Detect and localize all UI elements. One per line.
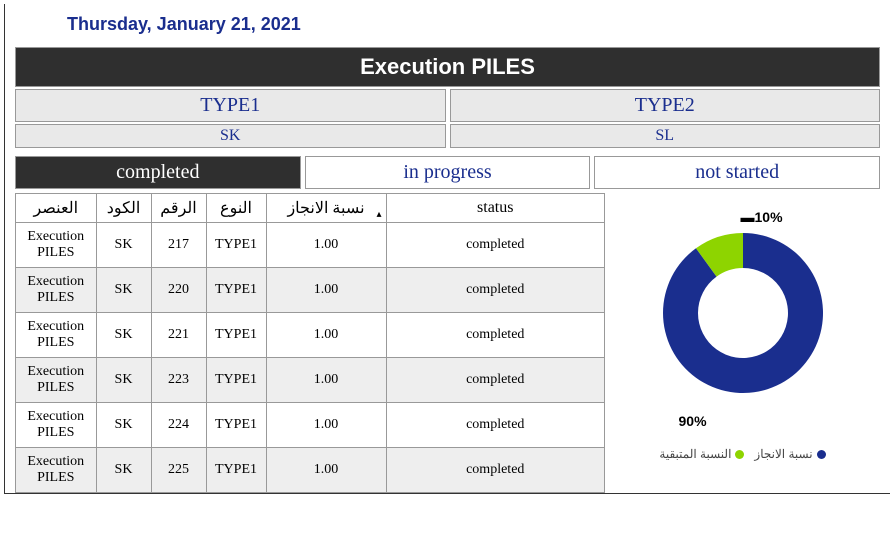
cell-num: 220 [151,268,206,313]
cell-status: completed [386,313,605,358]
code-sk-cell[interactable]: SK [15,124,446,148]
cell-code: SK [96,313,151,358]
pct-label-bottom: 90% [679,413,707,429]
donut-chart: ▬10% 90% نسبة الانجاز النسبة المتبقية [605,193,880,493]
cell-pct: 1.00 [266,358,386,403]
col-status[interactable]: status [386,194,605,223]
tab-completed[interactable]: completed [15,156,301,189]
table-row[interactable]: Execution PILESSK217TYPE11.00completed [16,223,605,268]
table-row[interactable]: Execution PILESSK224TYPE11.00completed [16,403,605,448]
content-area: العنصر الكود الرقم النوع نسبة الانجاز ▴ s… [15,193,880,493]
report-container: Thursday, January 21, 2021 Execution PIL… [4,4,890,494]
cell-status: completed [386,268,605,313]
col-type[interactable]: النوع [206,194,266,223]
donut-box: ▬10% 90% [633,213,853,433]
col-code[interactable]: الكود [96,194,151,223]
code-sl-cell[interactable]: SL [450,124,881,148]
cell-pct: 1.00 [266,313,386,358]
cell-type: TYPE1 [206,448,266,493]
legend-dot-blue-icon [817,450,826,459]
report-title: Execution PILES [15,47,880,87]
cell-element: Execution PILES [16,223,96,268]
cell-num: 224 [151,403,206,448]
donut-slice-done [663,233,823,393]
col-pct[interactable]: نسبة الانجاز ▴ [266,194,386,223]
cell-code: SK [96,448,151,493]
legend-remain: النسبة المتبقية [659,447,744,461]
type2-cell[interactable]: TYPE2 [450,89,881,122]
legend-done-label: نسبة الانجاز [754,447,812,461]
cell-code: SK [96,403,151,448]
table-row[interactable]: Execution PILESSK223TYPE11.00completed [16,358,605,403]
data-table-wrap: العنصر الكود الرقم النوع نسبة الانجاز ▴ s… [15,193,605,493]
cell-status: completed [386,358,605,403]
cell-type: TYPE1 [206,358,266,403]
cell-status: completed [386,223,605,268]
cell-pct: 1.00 [266,268,386,313]
legend-remain-label: النسبة المتبقية [659,447,731,461]
cell-type: TYPE1 [206,403,266,448]
pct-top-value: 10% [755,209,783,225]
cell-status: completed [386,403,605,448]
cell-type: TYPE1 [206,313,266,358]
report-date: Thursday, January 21, 2021 [5,4,890,43]
cell-code: SK [96,223,151,268]
col-num[interactable]: الرقم [151,194,206,223]
cell-element: Execution PILES [16,403,96,448]
table-row[interactable]: Execution PILESSK221TYPE11.00completed [16,313,605,358]
data-table: العنصر الكود الرقم النوع نسبة الانجاز ▴ s… [16,194,605,493]
cell-element: Execution PILES [16,313,96,358]
cell-element: Execution PILES [16,448,96,493]
pct-label-top: ▬10% [741,209,783,225]
cell-code: SK [96,358,151,403]
cell-element: Execution PILES [16,268,96,313]
cell-code: SK [96,268,151,313]
sort-asc-icon: ▴ [376,209,381,220]
cell-pct: 1.00 [266,403,386,448]
tab-not-started[interactable]: not started [594,156,880,189]
cell-type: TYPE1 [206,223,266,268]
donut-svg [643,213,843,413]
cell-type: TYPE1 [206,268,266,313]
chart-legend: نسبة الانجاز النسبة المتبقية [659,447,825,461]
cell-status: completed [386,448,605,493]
legend-dot-green-icon [735,450,744,459]
cell-num: 225 [151,448,206,493]
cell-pct: 1.00 [266,223,386,268]
tab-in-progress[interactable]: in progress [305,156,591,189]
status-tabs: completed in progress not started [15,156,880,189]
cell-element: Execution PILES [16,358,96,403]
cell-num: 221 [151,313,206,358]
legend-done: نسبة الانجاز [754,447,825,461]
table-row[interactable]: Execution PILESSK225TYPE11.00completed [16,448,605,493]
col-element[interactable]: العنصر [16,194,96,223]
type-row: TYPE1 TYPE2 [15,89,880,122]
col-pct-label: نسبة الانجاز [287,200,364,217]
cell-pct: 1.00 [266,448,386,493]
code-row: SK SL [15,124,880,148]
table-row[interactable]: Execution PILESSK220TYPE11.00completed [16,268,605,313]
type1-cell[interactable]: TYPE1 [15,89,446,122]
cell-num: 223 [151,358,206,403]
cell-num: 217 [151,223,206,268]
